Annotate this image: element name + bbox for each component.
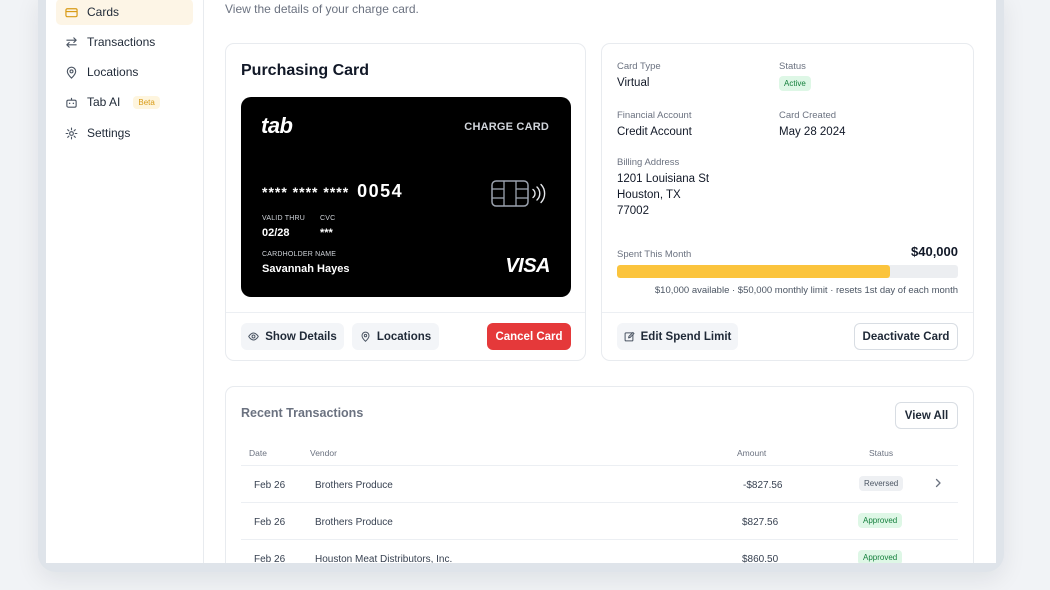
cvc-label: CVC [320, 215, 336, 222]
sidebar-item-label: Locations [87, 65, 139, 79]
recent-transactions-panel: Recent Transactions View All Date Vendor… [225, 386, 974, 563]
visa-logo: VISA [505, 255, 550, 277]
sidebar-item-label: Cards [87, 5, 120, 19]
status-badge: Reversed [859, 476, 904, 491]
card-number: **** **** **** 0054 [262, 181, 403, 202]
col-amount-header: Amount [737, 448, 767, 458]
sidebar-item-label: Settings [87, 126, 131, 140]
sidebar: Cards Transactions Locations Tab AI Beta… [46, 0, 204, 563]
sidebar-item-tab-ai[interactable]: Tab AI Beta [56, 89, 193, 115]
app-window: Cards Transactions Locations Tab AI Beta… [46, 0, 996, 563]
col-status-header: Status [869, 448, 894, 458]
gear-icon [65, 127, 78, 139]
billing-line-2: Houston, TX [617, 189, 681, 201]
card-info-panel: Card Type Virtual Status Active Financia… [601, 43, 974, 361]
billing-address-label: Billing Address [617, 157, 680, 168]
financial-account-value: Credit Account [617, 126, 692, 138]
card-type-value: Virtual [617, 77, 650, 89]
locations-button[interactable]: Locations [352, 323, 439, 350]
sidebar-item-settings[interactable]: Settings [56, 120, 193, 146]
deactivate-card-button[interactable]: Deactivate Card [854, 323, 958, 350]
col-vendor-header: Vendor [310, 448, 337, 458]
card-kind-label: CHARGE CARD [464, 121, 549, 133]
beta-badge: Beta [133, 95, 160, 109]
tab-logo: tab [261, 113, 293, 138]
credit-card-visual: tab CHARGE CARD **** **** **** 0054 VALI… [241, 97, 571, 297]
view-all-button[interactable]: View All [895, 402, 958, 429]
billing-line-1: 1201 Louisiana St [617, 173, 710, 185]
valid-thru-label: VALID THRU [262, 215, 305, 222]
row-date: Feb 26 [254, 554, 286, 563]
spend-limit-note: $10,000 available · $50,000 monthly limi… [654, 285, 958, 296]
table-row[interactable]: Feb 26 Brothers Produce $827.56 Approved [241, 502, 958, 539]
panel-divider [602, 312, 973, 313]
row-vendor: Brothers Produce [315, 517, 393, 528]
sidebar-item-label: Transactions [87, 35, 156, 49]
chevron-right-icon[interactable] [933, 478, 943, 488]
card-created-label: Card Created [779, 110, 837, 121]
col-date-header: Date [249, 448, 267, 458]
chip-contactless-icon [491, 180, 546, 207]
status-badge: Approved [858, 513, 903, 528]
panel-divider [226, 312, 585, 313]
edit-spend-limit-label: Edit Spend Limit [640, 330, 732, 343]
spend-progress-fill [617, 265, 890, 278]
robot-icon [66, 97, 77, 108]
location-pin-icon [361, 331, 370, 342]
cancel-card-button[interactable]: Cancel Card [487, 323, 571, 350]
row-vendor: Houston Meat Distributors, Inc. [315, 554, 453, 563]
row-amount: $827.56 [742, 517, 779, 528]
edit-spend-limit-button[interactable]: Edit Spend Limit [617, 323, 738, 350]
sidebar-item-locations[interactable]: Locations [56, 59, 193, 85]
sidebar-item-label: Tab AI [87, 95, 121, 109]
spent-this-month-label: Spent This Month [617, 249, 692, 260]
location-pin-icon [66, 66, 77, 79]
purchasing-card-panel: Purchasing Card tab CHARGE CARD **** ***… [225, 43, 586, 361]
table-row[interactable]: Feb 26 Houston Meat Distributors, Inc. $… [241, 539, 958, 563]
sidebar-item-transactions[interactable]: Transactions [56, 29, 193, 55]
cardholder-name: Savannah Hayes [262, 263, 350, 275]
transfer-icon [66, 36, 77, 48]
card-created-value: May 28 2024 [779, 126, 846, 138]
row-date: Feb 26 [254, 517, 286, 528]
show-details-label: Show Details [265, 330, 337, 343]
row-amount: -$827.56 [743, 480, 783, 491]
card-title: Purchasing Card [241, 62, 370, 79]
row-vendor: Brothers Produce [315, 480, 393, 491]
spend-progress-bar [617, 265, 958, 278]
page-subtitle: View the details of your charge card. [225, 2, 419, 16]
recent-transactions-title: Recent Transactions [241, 406, 364, 420]
row-date: Feb 26 [254, 480, 286, 491]
eye-icon [248, 332, 260, 341]
status-badge: Approved [858, 550, 903, 563]
status-badge: Active [779, 76, 811, 91]
spent-amount: $40,000 [911, 244, 958, 259]
cvc-value: *** [320, 227, 333, 239]
billing-line-3: 77002 [617, 205, 649, 217]
financial-account-label: Financial Account [617, 110, 692, 121]
table-row[interactable]: Feb 26 Brothers Produce -$827.56 Reverse… [241, 465, 958, 502]
row-amount: $860.50 [742, 554, 779, 563]
status-label: Status [779, 61, 806, 72]
edit-icon [624, 331, 635, 342]
locations-label: Locations [376, 330, 432, 343]
valid-thru-value: 02/28 [262, 227, 290, 239]
show-details-button[interactable]: Show Details [241, 323, 344, 350]
cardholder-label: CARDHOLDER NAME [262, 251, 337, 258]
sidebar-item-cards[interactable]: Cards [56, 0, 193, 25]
card-type-label: Card Type [617, 61, 661, 72]
card-icon [65, 7, 78, 17]
card-last4: 0054 [357, 181, 404, 201]
card-number-masked: **** **** **** [262, 184, 350, 200]
